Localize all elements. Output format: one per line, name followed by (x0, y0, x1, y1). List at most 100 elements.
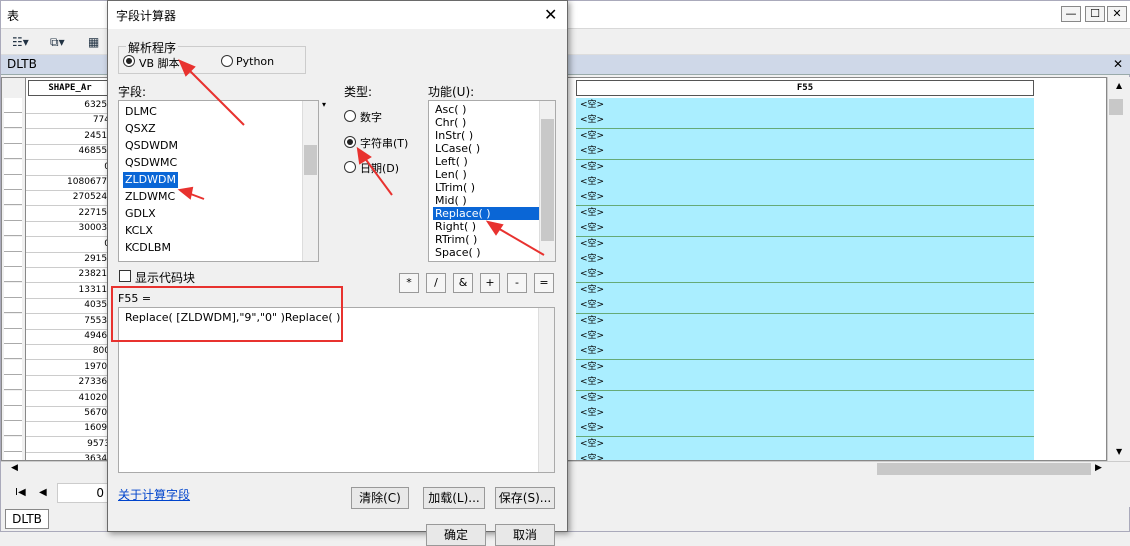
row-selector[interactable] (4, 313, 22, 329)
row-selector[interactable] (4, 113, 22, 129)
operator-button[interactable]: + (480, 273, 500, 293)
function-item[interactable]: LCase( ) (435, 142, 480, 155)
shape-area-cell[interactable]: 2915. (26, 252, 114, 268)
f55-cell[interactable]: <空> (576, 252, 1034, 268)
row-selector[interactable] (4, 252, 22, 267)
f55-cell[interactable]: <空> (576, 113, 1034, 130)
f55-cell[interactable]: <空> (576, 344, 1034, 361)
row-selector[interactable] (4, 406, 22, 421)
vertical-scroll-thumb[interactable] (1109, 99, 1123, 115)
f55-cell[interactable]: <空> (576, 436, 1034, 453)
shape-area-cell[interactable]: 13311. (26, 283, 114, 299)
column-header-f55[interactable]: F55 (576, 80, 1034, 96)
scroll-down-icon[interactable]: ▼ (1116, 447, 1122, 456)
shape-area-cell[interactable]: 7553. (26, 314, 114, 330)
field-item[interactable]: GDLX (125, 206, 156, 222)
load-button[interactable]: 加载(L)... (423, 487, 485, 509)
clear-button[interactable]: 清除(C) (351, 487, 409, 509)
about-calculate-field-link[interactable]: 关于计算字段 (118, 486, 190, 503)
vb-script-radio[interactable] (123, 55, 135, 67)
field-item[interactable]: ZLDWMC (125, 189, 175, 205)
field-item[interactable]: QSDWMC (125, 155, 177, 171)
operator-button[interactable]: - (507, 273, 527, 293)
shape-area-cell[interactable]: 27336. (26, 375, 114, 392)
ok-button[interactable]: 确定 (426, 524, 486, 546)
f55-cell[interactable]: <空> (576, 267, 1034, 284)
field-item[interactable]: KCDLBM (125, 240, 171, 256)
f55-cell[interactable]: <空> (576, 359, 1034, 376)
shape-area-cell[interactable]: 774 (26, 113, 114, 130)
row-selector[interactable] (4, 98, 22, 113)
row-selector[interactable] (4, 159, 22, 175)
shape-area-cell[interactable]: 30003. (26, 221, 114, 238)
horizontal-scroll-thumb[interactable] (877, 463, 1091, 475)
shape-area-cell[interactable]: 5670. (26, 406, 114, 422)
f55-cell[interactable]: <空> (576, 175, 1034, 191)
record-number-input[interactable]: 0 (57, 483, 109, 503)
first-record-icon[interactable]: I◀ (15, 487, 26, 498)
window-close-button[interactable]: ✕ (1107, 6, 1127, 22)
f55-cell[interactable]: <空> (576, 236, 1034, 253)
row-selector[interactable] (4, 221, 22, 237)
row-selector[interactable] (4, 390, 22, 406)
function-item[interactable]: InStr( ) (435, 129, 473, 142)
row-selector[interactable] (4, 144, 22, 160)
field-item[interactable]: QSXZ (125, 121, 156, 137)
operator-button[interactable]: = (534, 273, 554, 293)
select-by-attributes-icon[interactable]: ▦ (85, 32, 102, 52)
bottom-table-tab[interactable]: DLTB (5, 509, 49, 529)
shape-area-cell[interactable]: 23821. (26, 267, 114, 284)
f55-cell[interactable]: <空> (576, 421, 1034, 438)
functions-scroll-thumb[interactable] (541, 119, 554, 241)
field-item[interactable]: QSDWDM (125, 138, 178, 154)
previous-record-icon[interactable]: ◀ (39, 487, 47, 498)
fields-dropdown-icon[interactable]: ▾ (322, 100, 326, 109)
show-codeblock-checkbox[interactable] (119, 270, 131, 282)
row-selector[interactable] (4, 329, 22, 344)
shape-area-cell[interactable]: 1080677. (26, 175, 114, 191)
functions-scrollbar[interactable] (539, 101, 555, 261)
scroll-right-icon[interactable]: ▶ (1095, 463, 1102, 473)
row-selector[interactable] (4, 359, 22, 375)
function-item[interactable]: Left( ) (435, 155, 468, 168)
f55-cell[interactable]: <空> (576, 159, 1034, 176)
row-selector[interactable] (4, 236, 22, 252)
f55-cell[interactable]: <空> (576, 375, 1034, 392)
function-item[interactable]: Asc( ) (435, 103, 466, 116)
dialog-close-icon[interactable]: ✕ (544, 5, 557, 24)
operator-button[interactable]: & (453, 273, 473, 293)
function-item[interactable]: RTrim( ) (435, 233, 477, 246)
f55-cell[interactable]: <空> (576, 98, 1034, 114)
field-item[interactable]: DLMC (125, 104, 157, 120)
shape-area-cell[interactable]: 0 (26, 160, 114, 176)
fields-scrollbar[interactable] (302, 101, 318, 261)
shape-area-cell[interactable]: 4946. (26, 329, 114, 345)
function-item[interactable]: Chr( ) (435, 116, 466, 129)
shape-area-cell[interactable]: 800 (26, 344, 114, 361)
shape-area-cell[interactable]: 1609. (26, 421, 114, 438)
type-number-radio[interactable] (344, 110, 356, 122)
vertical-scrollbar[interactable]: ▲ ▼ (1107, 77, 1130, 461)
function-item[interactable]: Replace( ) (433, 207, 539, 220)
fields-scroll-thumb[interactable] (304, 145, 317, 175)
f55-cell[interactable]: <空> (576, 313, 1034, 330)
f55-cell[interactable]: <空> (576, 205, 1034, 222)
function-item[interactable]: Space( ) (435, 246, 481, 259)
row-selector[interactable] (4, 375, 22, 391)
f55-cell[interactable]: <空> (576, 221, 1034, 238)
expression-scrollbar[interactable] (538, 308, 554, 472)
fields-listbox[interactable]: DLMC QSXZ QSDWDM QSDWMC ZLDWDM ZLDWMC GDLX KCLX… (118, 100, 319, 262)
row-selector[interactable] (4, 344, 22, 360)
operator-button[interactable]: * (399, 273, 419, 293)
save-button[interactable]: 保存(S)... (495, 487, 555, 509)
scroll-up-icon[interactable]: ▲ (1116, 81, 1122, 90)
shape-area-cell[interactable]: 0 (26, 237, 114, 253)
f55-cell[interactable]: <空> (576, 298, 1034, 315)
tab-close-icon[interactable]: ✕ (1113, 57, 1123, 71)
functions-listbox[interactable]: Asc( ) Chr( ) InStr( ) LCase( ) Left( ) Len( … (428, 100, 556, 262)
function-item[interactable]: Len( ) (435, 168, 467, 181)
f55-cell[interactable]: <空> (576, 406, 1034, 422)
minimize-button[interactable]: — (1061, 6, 1081, 22)
maximize-button[interactable]: ☐ (1085, 6, 1105, 22)
related-tables-icon[interactable]: ⧉▾ (47, 32, 68, 52)
